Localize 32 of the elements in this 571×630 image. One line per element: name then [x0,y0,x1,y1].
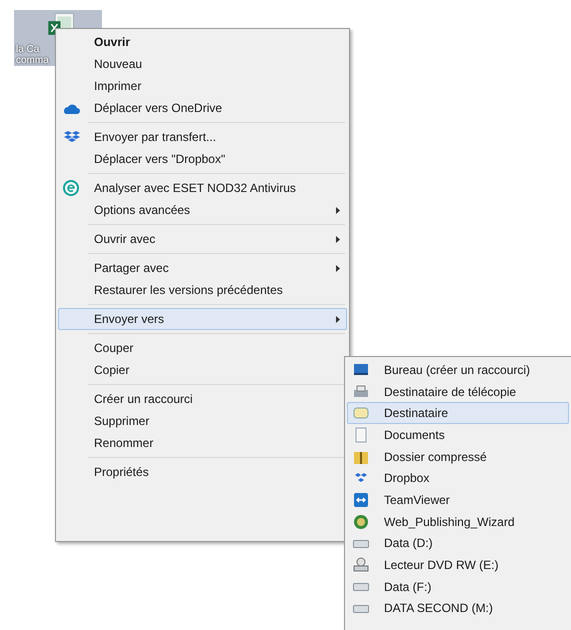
menu-item-label: Bureau (créer un raccourci) [384,362,530,379]
file-name-label: la Ca [16,44,40,55]
file-name-label: comma [16,55,49,66]
menu-item-label: Déplacer vers "Dropbox" [94,151,226,168]
menu-item-label: Analyser avec ESET NOD32 Antivirus [94,180,296,197]
menu-item-label: TeamViewer [384,492,450,509]
menu-item-label: Copier [94,362,130,379]
menu-item-label: Data (D:) [384,535,433,552]
menu-item-label: Documents [384,426,445,444]
menu-item-label: Envoyer vers [94,311,164,328]
menu-item-label: Destinataire [384,405,448,422]
menu-item-label: Destinataire de télécopie [384,384,516,401]
menu-item-label: Data (F:) [384,578,432,596]
menu-item-label: DATA SECOND (M:) [384,600,493,618]
menu-item-label: Supprimer [94,413,150,430]
menu-item-label: Dropbox [384,470,430,488]
menu-item-label: Envoyer par transfert... [94,129,216,146]
menu-item-label: Propriétés [94,464,149,481]
menu-item-label: Couper [94,340,134,357]
menu-item-label: Web_Publishing_Wizard [384,514,515,531]
menu-item-label: Dossier compressé [384,448,487,466]
menu-item-label: Déplacer vers OneDrive [94,100,222,117]
menu-item-label: Restaurer les versions précédentes [94,282,283,299]
menu-item-label: Lecteur DVD RW (E:) [384,557,498,574]
menu-item-label: Renommer [94,435,154,452]
menu-item-label: Ouvrir avec [94,231,156,248]
menu-item-label: Ouvrir [94,34,130,51]
menu-item-label: Options avancées [94,202,190,219]
menu-item-label: Imprimer [94,78,142,95]
menu-item-label: Nouveau [94,56,142,73]
menu-item-label: Partager avec [94,260,169,277]
menu-item-label: Créer un raccourci [94,391,193,408]
